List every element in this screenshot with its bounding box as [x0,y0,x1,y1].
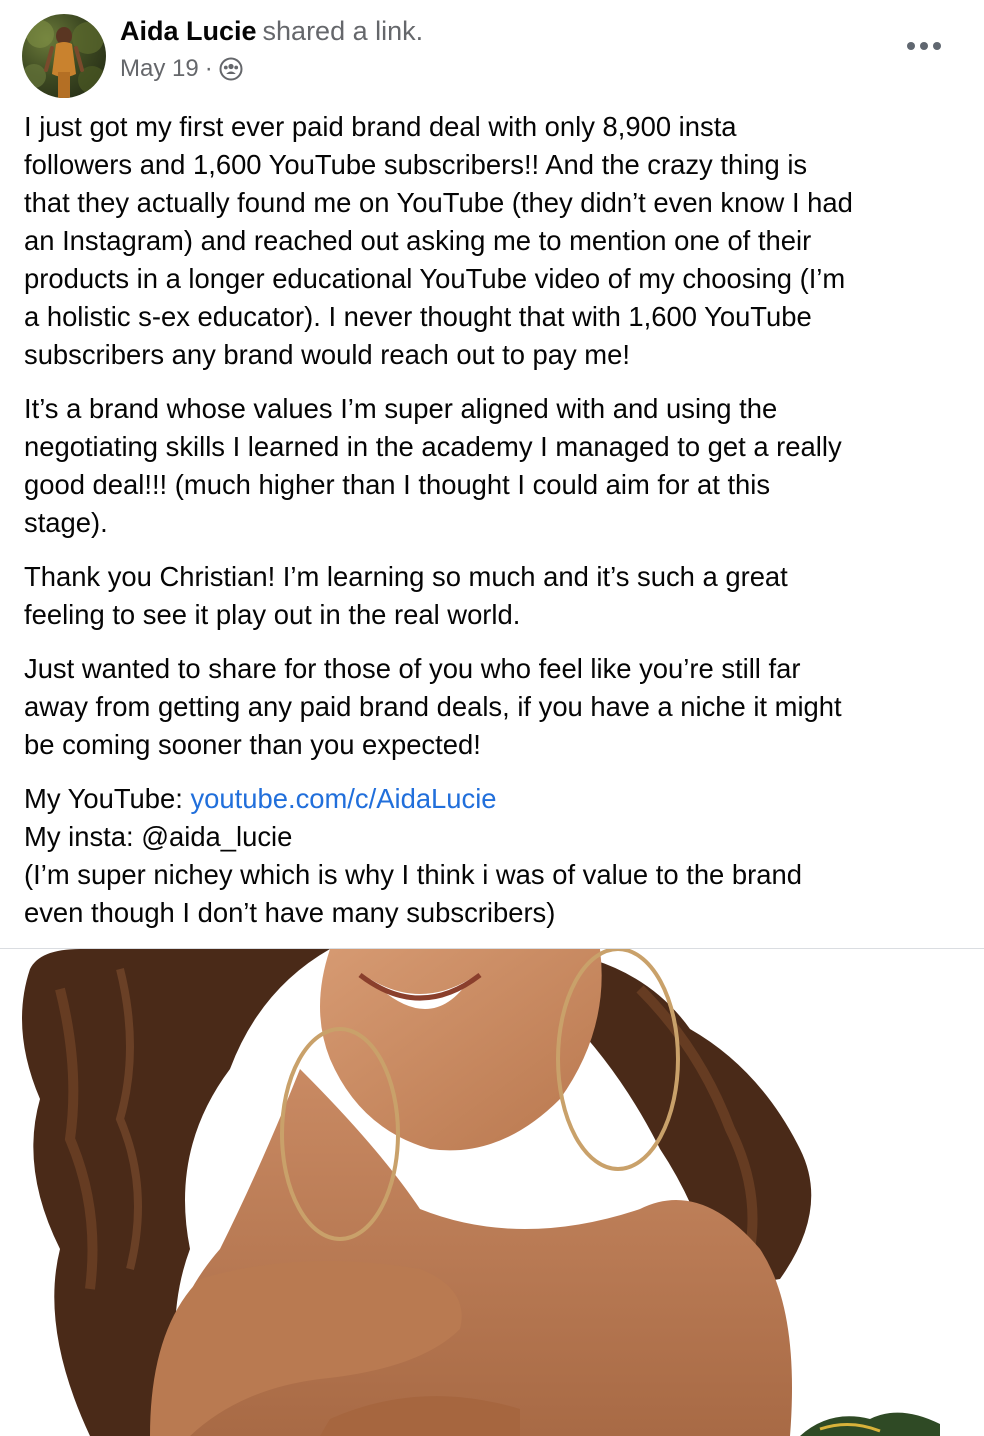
text-line: Thank you Christian! I’m learning so muc… [24,561,788,592]
text-line: an Instagram) and reached out asking me … [24,225,812,256]
more-options-button[interactable] [896,26,952,66]
group-audience-icon[interactable] [219,57,243,81]
text-line: followers and 1,600 YouTube subscribers!… [24,149,808,180]
author-avatar[interactable] [22,14,106,98]
meta-separator: · [204,55,213,82]
author-line: Aida Lucie shared a link. [120,14,423,48]
text-line: stage). [24,507,108,538]
text-line: feeling to see it play out in the real w… [24,599,521,630]
text-line: I just got my first ever paid brand deal… [24,111,737,142]
author-name[interactable]: Aida Lucie [120,16,257,46]
youtube-label: My YouTube: [24,783,191,814]
more-options-icon [907,42,941,50]
text-line: subscribers any brand would reach out to… [24,339,630,370]
post-paragraph: Just wanted to share for those of you wh… [24,650,964,764]
text-line: even though I don’t have many subscriber… [24,897,556,928]
youtube-link[interactable]: youtube.com/c/AidaLucie [190,783,496,814]
text-line: be coming sooner than you expected! [24,729,481,760]
text-line: products in a longer educational YouTube… [24,263,846,294]
post-paragraph: I just got my first ever paid brand deal… [24,108,964,374]
post-paragraph: It’s a brand whose values I’m super alig… [24,390,964,542]
post-date[interactable]: May 19 [120,53,199,85]
post-text: I just got my first ever paid brand deal… [24,108,964,948]
post-meta: May 19 · [120,53,243,85]
text-line: (I’m super nichey which is why I think i… [24,859,802,890]
text-line: that they actually found me on YouTube (… [24,187,853,218]
post-paragraph: Thank you Christian! I’m learning so muc… [24,558,964,634]
post-paragraph: My YouTube: youtube.com/c/AidaLucie My i… [24,780,964,932]
post-card: Aida Lucie shared a link. May 19 · I just… [0,0,984,1436]
youtube-line: My YouTube: youtube.com/c/AidaLucie [24,780,964,818]
link-preview-image[interactable] [0,949,984,1436]
text-line: away from getting any paid brand deals, … [24,691,842,722]
insta-line: My insta: @aida_lucie [24,821,293,852]
author-action: shared a link. [262,16,424,46]
text-line: good deal!!! (much higher than I thought… [24,469,771,500]
text-line: a holistic s-ex educator). I never thoug… [24,301,812,332]
text-line: negotiating skills I learned in the acad… [24,431,842,462]
text-line: It’s a brand whose values I’m super alig… [24,393,778,424]
text-line: Just wanted to share for those of you wh… [24,653,801,684]
